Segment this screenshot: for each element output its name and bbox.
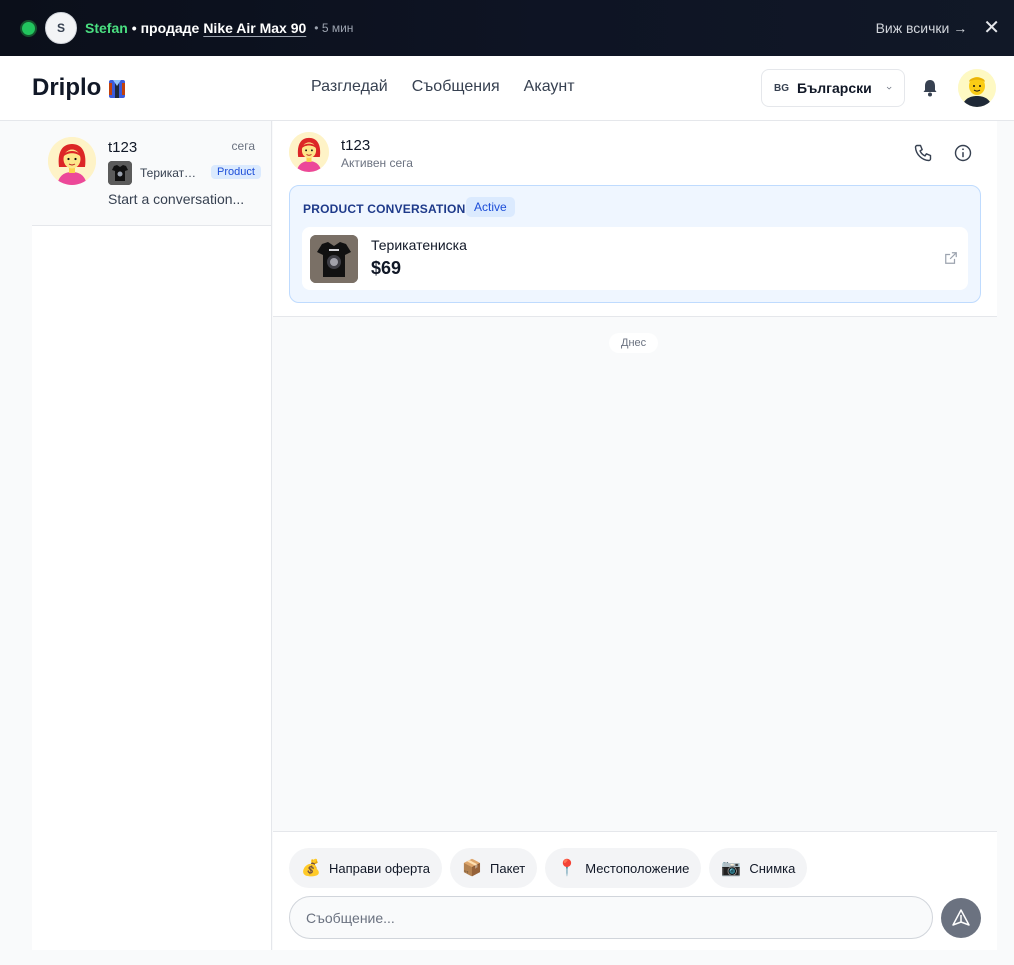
chat-user-name: t123	[341, 137, 371, 154]
nav-browse[interactable]: Разгледай	[311, 78, 388, 96]
location-pin-icon: 📍	[557, 860, 578, 877]
message-composer: 💰 Направи оферта 📦 Пакет 📍 Местоположени…	[273, 831, 997, 950]
logo-text: Driplo	[32, 74, 102, 101]
camera-icon: 📷	[721, 860, 742, 877]
avatar-girl-icon	[289, 132, 329, 172]
nav-account[interactable]: Акаунт	[524, 78, 575, 96]
close-icon[interactable]: ✕	[983, 18, 1000, 38]
send-button[interactable]	[941, 898, 981, 938]
phone-icon[interactable]	[913, 143, 933, 163]
conversation-item[interactable]: t123 сега Терикатениска Product Start a …	[32, 121, 271, 226]
chat-avatar	[289, 132, 329, 172]
user-avatar[interactable]	[958, 69, 996, 107]
chat-user-status: Активен сега	[341, 156, 413, 170]
bell-icon[interactable]	[920, 78, 940, 98]
package-button[interactable]: 📦 Пакет	[450, 848, 538, 888]
location-button[interactable]: 📍 Местоположение	[545, 848, 702, 888]
site-header: Driplo Разгледай Съобщения Акаунт BG Бъл…	[0, 56, 1014, 121]
make-offer-label: Направи оферта	[329, 860, 431, 876]
avatar-face-icon	[958, 69, 996, 107]
location-label: Местоположение	[585, 860, 690, 876]
nav-messages[interactable]: Съобщения	[412, 78, 500, 96]
product-badge: Product	[211, 165, 261, 179]
banner-time: • 5 мин	[314, 21, 354, 35]
conversation-list: t123 сега Терикатениска Product Start a …	[32, 121, 272, 950]
conversation-name: t123	[108, 139, 138, 156]
package-label: Пакет	[490, 860, 526, 876]
logo[interactable]: Driplo	[32, 74, 127, 102]
chat-panel: t123 Активен сега PRODUCT CONVERSATION A…	[273, 121, 997, 950]
banner-avatar: S	[45, 12, 77, 44]
conversation-avatar	[48, 137, 96, 185]
language-label: Български	[797, 80, 872, 96]
photo-label: Снимка	[749, 860, 796, 876]
chevron-down-icon	[886, 86, 892, 90]
product-thumbnail	[108, 161, 132, 185]
product-conversation-title: PRODUCT CONVERSATION	[303, 202, 466, 216]
quick-actions: 💰 Направи оферта 📦 Пакет 📍 Местоположени…	[289, 848, 808, 888]
jacket-icon	[109, 80, 126, 98]
view-all-link[interactable]: Виж всички →	[876, 20, 968, 36]
banner-user[interactable]: Stefan	[85, 20, 128, 36]
send-icon	[952, 909, 970, 926]
banner-message: Stefan • продаде Nike Air Max 90 • 5 мин	[85, 20, 353, 36]
main-nav: Разгледай Съобщения Акаунт	[311, 78, 575, 96]
avatar-girl-icon	[48, 137, 96, 185]
product-price: $69	[371, 258, 402, 278]
product-conversation-panel: PRODUCT CONVERSATION Active Терикатениск…	[289, 185, 981, 303]
message-input[interactable]	[289, 896, 933, 939]
photo-button[interactable]: 📷 Снимка	[709, 848, 808, 888]
language-select[interactable]: BG Български	[761, 69, 905, 107]
tshirt-icon	[310, 235, 358, 283]
product-card[interactable]: Терикатениска $69	[302, 227, 968, 290]
info-icon[interactable]	[953, 143, 973, 163]
product-image	[310, 235, 358, 283]
package-icon: 📦	[462, 860, 482, 877]
activity-banner: S Stefan • продаде Nike Air Max 90 • 5 м…	[0, 0, 1014, 56]
tshirt-icon	[108, 161, 132, 185]
date-divider: Днес	[609, 333, 659, 353]
live-indicator-icon	[22, 21, 35, 35]
conversation-preview: Start a conversation...	[108, 191, 245, 207]
make-offer-button[interactable]: 💰 Направи оферта	[289, 848, 443, 888]
language-code: BG	[774, 82, 789, 94]
conversation-product: Терикатениска	[140, 166, 200, 180]
conversation-time: сега	[231, 139, 255, 153]
banner-action: • продаде	[131, 20, 200, 36]
status-badge: Active	[466, 197, 515, 217]
chat-header: t123 Активен сега PRODUCT CONVERSATION A…	[273, 121, 997, 317]
external-link-icon[interactable]	[944, 251, 958, 265]
banner-product-link[interactable]: Nike Air Max 90	[203, 20, 306, 36]
product-name: Терикатениска	[371, 237, 467, 253]
money-bag-icon: 💰	[301, 860, 321, 877]
